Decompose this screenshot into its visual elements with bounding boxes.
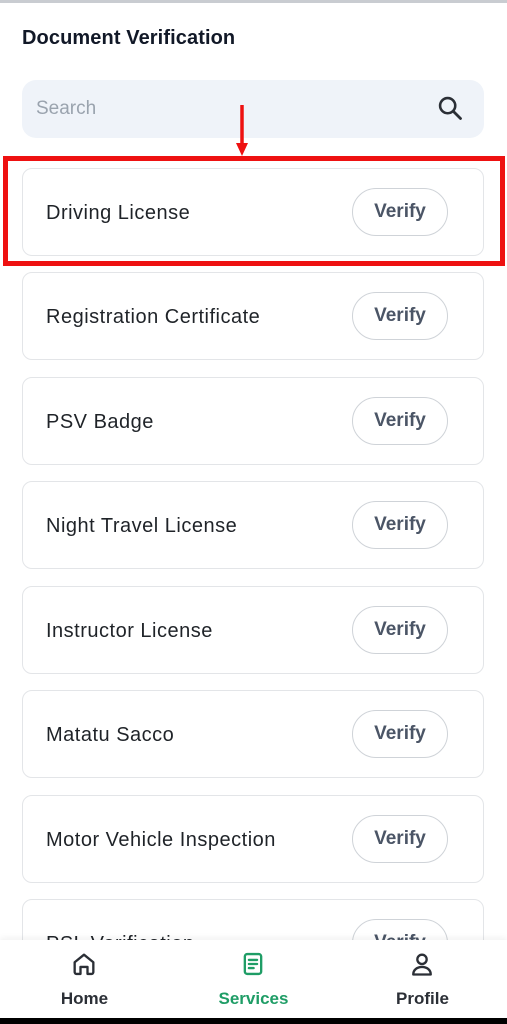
document-card-psv-badge[interactable]: PSV Badge Verify — [22, 377, 484, 465]
search-bar[interactable] — [22, 80, 484, 138]
document-card-driving-license[interactable]: Driving License Verify — [22, 168, 484, 256]
verify-button[interactable]: Verify — [352, 397, 448, 445]
screen: Document Verification Driving License Ve… — [0, 0, 507, 1024]
annotation-arrow — [236, 105, 248, 156]
verify-button[interactable]: Verify — [352, 710, 448, 758]
search-input[interactable] — [36, 80, 416, 138]
document-card-registration-certificate[interactable]: Registration Certificate Verify — [22, 272, 484, 360]
document-label: Registration Certificate — [46, 306, 261, 328]
document-icon — [243, 952, 263, 976]
nav-label-profile: Profile — [396, 989, 449, 1008]
verify-button[interactable]: Verify — [352, 815, 448, 863]
verify-button[interactable]: Verify — [352, 292, 448, 340]
search-icon[interactable] — [436, 94, 464, 122]
nav-label-services: Services — [218, 989, 289, 1008]
page-title: Document Verification — [22, 27, 236, 49]
system-bottom-bar — [0, 1018, 507, 1024]
nav-item-services[interactable]: Services — [169, 940, 338, 1018]
verify-button[interactable]: Verify — [352, 501, 448, 549]
verify-button[interactable]: Verify — [352, 188, 448, 236]
nav-item-profile[interactable]: Profile — [338, 940, 507, 1018]
document-label: Matatu Sacco — [46, 724, 175, 746]
verify-button[interactable]: Verify — [352, 606, 448, 654]
document-label: PSV Badge — [46, 411, 154, 433]
document-label: Instructor License — [46, 620, 213, 642]
document-label: Driving License — [46, 202, 191, 224]
document-label: Night Travel License — [46, 515, 238, 537]
document-label: Motor Vehicle Inspection — [46, 829, 276, 851]
bottom-navigation: Home Services Profile — [0, 940, 507, 1018]
nav-item-home[interactable]: Home — [0, 940, 169, 1018]
top-divider — [0, 0, 507, 3]
home-icon — [73, 953, 95, 976]
document-card-motor-vehicle-inspection[interactable]: Motor Vehicle Inspection Verify — [22, 795, 484, 883]
user-icon — [412, 953, 432, 976]
nav-label-home: Home — [60, 989, 109, 1008]
document-card-matatu-sacco[interactable]: Matatu Sacco Verify — [22, 690, 484, 778]
document-card-instructor-license[interactable]: Instructor License Verify — [22, 586, 484, 674]
document-card-night-travel-license[interactable]: Night Travel License Verify — [22, 481, 484, 569]
